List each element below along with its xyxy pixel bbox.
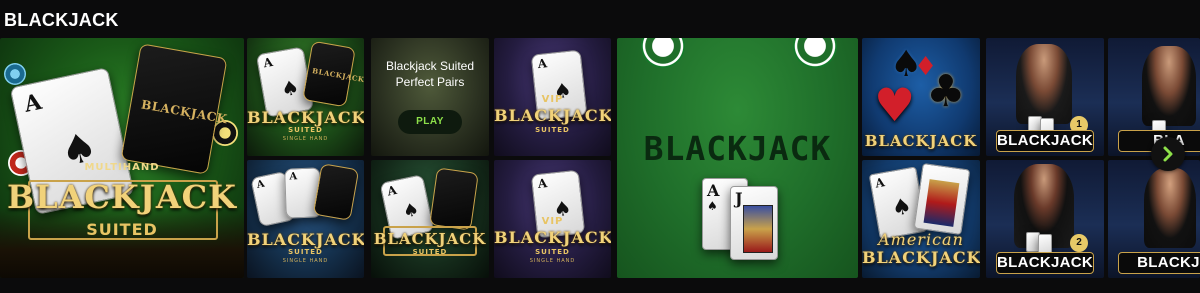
tile-title: BLACKJACK <box>7 178 237 216</box>
tile-title: BLACKJACK <box>247 108 364 127</box>
dealer-image <box>1144 168 1196 248</box>
playing-card-jack-spades: J <box>730 186 778 260</box>
tile-subtitle: SUITED <box>288 126 323 134</box>
game-tile-live-blackjack-2[interactable]: 2 BLACKJACK <box>986 160 1104 278</box>
playing-card <box>1038 234 1052 254</box>
table-number-badge: 2 <box>1070 234 1088 252</box>
blackjack-card: BLACKJACK <box>120 43 229 175</box>
game-tile-live-blackjack-1[interactable]: 1 BLACKJACK <box>986 38 1104 156</box>
tile-title: BLACKJACK <box>247 230 364 249</box>
game-tile-vip-blackjack-suited[interactable]: A ♠ VIP BLACKJACK SUITED <box>494 38 611 156</box>
game-tile-blackjack-suited-3[interactable]: A ♠ BLACKJACK SUITED <box>371 160 489 278</box>
card-logo-text: BLACKJACK <box>140 97 229 127</box>
blackjack-card <box>312 163 360 221</box>
dealer-image <box>1142 46 1196 126</box>
game-tile-classic-blackjack[interactable]: ♥ ♠ ♣ ♦ BLACKJACK <box>862 38 980 156</box>
dealer-image <box>1016 44 1072 124</box>
carousel-next-button[interactable] <box>1151 137 1185 171</box>
card-logo-text: BLACKJACK <box>311 66 364 85</box>
tile-title: BLACKJACK <box>494 106 611 125</box>
chip-icon <box>793 38 837 68</box>
tile-title: BLACKJACK <box>643 129 832 168</box>
heart-icon: ♥ <box>874 78 916 132</box>
vip-badge: VIP <box>541 216 564 227</box>
game-tile-blackjack-table[interactable]: BLACKJACK A ♠ J <box>617 38 858 278</box>
tile-tiny-label: SINGLE HAND <box>282 258 329 264</box>
chip-icon <box>4 63 26 85</box>
play-button[interactable]: PLAY <box>398 110 462 134</box>
tile-title: BLACKJACK <box>373 230 487 248</box>
card-rank: A <box>707 181 720 200</box>
card-rank: J <box>735 189 743 208</box>
tile-title: BLACKJA <box>1118 252 1200 274</box>
tile-title: Blackjack Suited Perfect Pairs <box>371 58 489 90</box>
tile-title: BLACKJACK <box>996 130 1094 152</box>
game-tile-blackjack-suited-perfect-pairs[interactable]: Blackjack Suited Perfect Pairs PLAY <box>371 38 489 156</box>
chevron-right-icon <box>1163 146 1173 162</box>
game-tile-american-blackjack[interactable]: A ♠ American BLACKJACK <box>862 160 980 278</box>
tile-title-line2: Perfect Pairs <box>395 75 465 89</box>
game-tile-blackjack-suited-single[interactable]: A ♠ BLACKJACK BLACKJACK SUITED SINGLE HA… <box>247 38 364 156</box>
blackjack-card: BLACKJACK <box>302 40 364 108</box>
blackjack-card <box>429 167 479 231</box>
tile-title-line1: Blackjack Suited <box>385 59 475 73</box>
tile-tiny-label: SINGLE HAND <box>282 136 329 142</box>
top-label: MULTIHAND <box>84 162 160 173</box>
tile-title: BLACKJACK <box>862 248 980 267</box>
game-tile-live-blackjack-3[interactable]: BLA <box>1108 38 1200 156</box>
tile-title: BLACKJACK <box>494 228 611 247</box>
game-tile-multihand-blackjack-suited[interactable]: A ♠ BLACKJACK MULTIHAND BLACKJACK SUITED <box>0 38 244 278</box>
playing-card-king-hearts <box>913 162 971 236</box>
game-tile-live-blackjack-4[interactable]: BLACKJA <box>1108 160 1200 278</box>
vip-badge: VIP <box>541 94 564 105</box>
diamond-icon: ♦ <box>914 52 938 82</box>
tile-subtitle: SUITED <box>535 126 570 134</box>
tile-subtitle: SUITED <box>412 248 448 256</box>
tile-tiny-label: SINGLE HAND <box>529 258 576 264</box>
game-tile-blackjack-suited-single-2[interactable]: A A BLACKJACK SUITED SINGLE HAND <box>247 160 364 278</box>
chip-icon <box>641 38 685 68</box>
section-title: BLACKJACK <box>4 10 119 30</box>
tile-title: BLACKJACK <box>864 132 978 150</box>
tile-subtitle: SUITED <box>288 248 323 256</box>
tile-subtitle: SUITED <box>535 248 570 256</box>
tile-top-label: American <box>878 230 964 249</box>
game-tile-vip-blackjack-suited-2[interactable]: A ♠ VIP BLACKJACK SUITED SINGLE HAND <box>494 160 611 278</box>
tile-title: BLACKJACK <box>996 252 1094 274</box>
tile-subtitle: SUITED <box>86 220 158 239</box>
